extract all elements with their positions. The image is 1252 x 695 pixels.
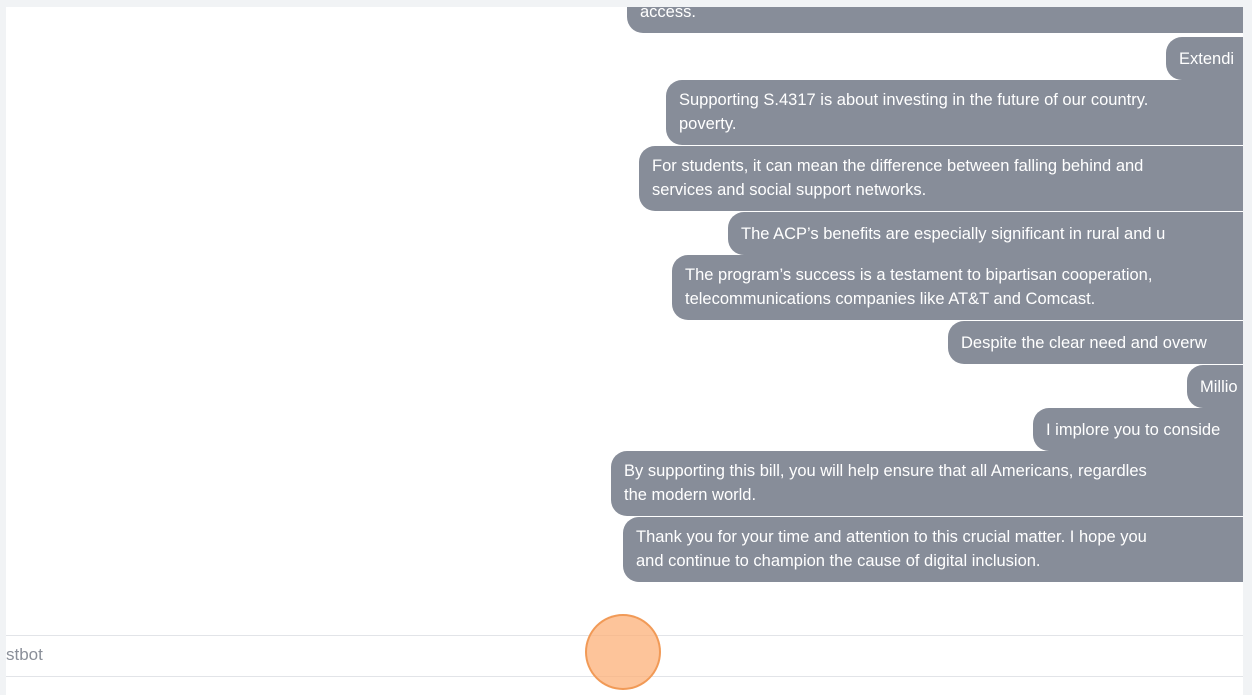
message-bubble: By supporting this bill, you will help e… (611, 451, 1243, 516)
message-line: and continue to champion the cause of di… (636, 552, 1041, 570)
message-line: telecommunications companies like AT&T a… (685, 290, 1096, 308)
bot-name-label: stbot (6, 645, 43, 664)
message-line: access. (640, 7, 696, 21)
message-bubble: Despite the clear need and overw (948, 321, 1243, 364)
message-line: Despite the clear need and overw (961, 334, 1207, 352)
message-line: Thank you for your time and attention to… (636, 528, 1147, 546)
message-bubble: The ACP’s benefits are especially signif… (728, 212, 1243, 255)
window-right-edge (1243, 0, 1252, 695)
message-line: Millio (1200, 378, 1238, 396)
message-bubble: Extendi (1166, 37, 1243, 80)
message-line: The program’s success is a testament to … (685, 266, 1153, 284)
window-top-edge (0, 0, 1252, 7)
message-bubble: The program’s success is a testament to … (672, 255, 1243, 320)
message-line: poverty. (679, 115, 737, 133)
message-bubble: I implore you to conside (1033, 408, 1243, 451)
message-bubble: Thank you for your time and attention to… (623, 517, 1243, 582)
message-line: For students, it can mean the difference… (652, 157, 1144, 175)
message-line: I implore you to conside (1046, 421, 1221, 439)
message-line: By supporting this bill, you will help e… (624, 462, 1147, 480)
message-bubble: For students, it can mean the difference… (639, 146, 1243, 211)
message-bubble: Millio (1187, 365, 1243, 408)
message-line: services and social support networks. (652, 181, 927, 199)
message-line: the modern world. (624, 486, 757, 504)
chat-window: access. Extendi Supporting S.4317 is abo… (6, 7, 1243, 695)
message-bubble: Supporting S.4317 is about investing in … (666, 80, 1243, 145)
message-bubble: access. (627, 7, 1243, 33)
message-line: Extendi (1179, 50, 1235, 68)
message-line: The ACP’s benefits are especially signif… (741, 225, 1166, 243)
cursor-highlight-icon (585, 614, 661, 690)
message-line: Supporting S.4317 is about investing in … (679, 91, 1149, 109)
